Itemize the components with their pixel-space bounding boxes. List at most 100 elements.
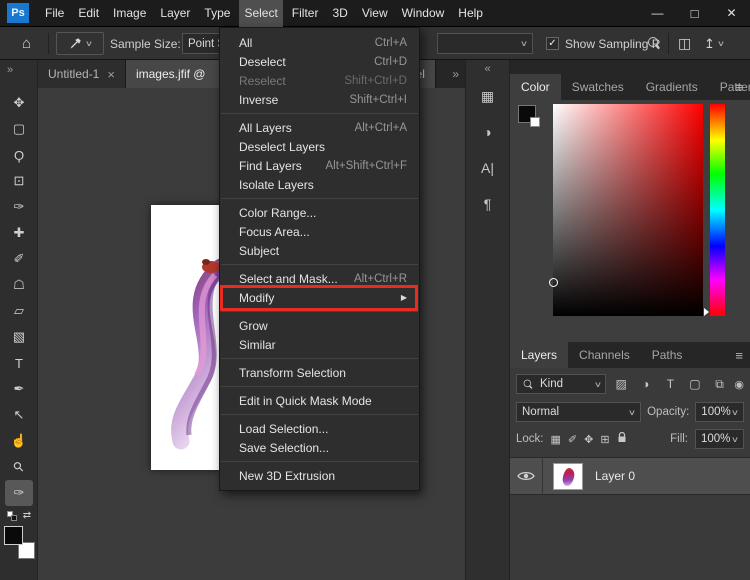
share-icon[interactable]: ↥: [704, 36, 715, 52]
lock-all-icon[interactable]: [617, 430, 627, 448]
brush-tool[interactable]: ✐: [0, 246, 38, 272]
menu-filter[interactable]: Filter: [287, 0, 324, 27]
minimize-button[interactable]: —: [639, 0, 676, 27]
tab-swatches[interactable]: Swatches: [561, 74, 635, 100]
blend-mode-dropdown[interactable]: Normal ∨: [516, 402, 641, 422]
menu-edit[interactable]: Edit: [73, 0, 104, 27]
menu-file[interactable]: File: [40, 0, 69, 27]
menu-help[interactable]: Help: [453, 0, 488, 27]
menu-item-isolate-layers[interactable]: Isolate Layers: [220, 175, 419, 194]
menu-item-find-layers[interactable]: Find LayersAlt+Shift+Ctrl+F: [220, 156, 419, 175]
menu-item-new-3d-extrusion[interactable]: New 3D Extrusion: [220, 466, 419, 485]
opacity-dropdown[interactable]: 100% ∨: [695, 402, 744, 422]
menu-item-all[interactable]: AllCtrl+A: [220, 33, 419, 52]
tab-channels[interactable]: Channels: [568, 342, 641, 368]
swap-colors-icon[interactable]: ⇄: [23, 510, 31, 521]
home-icon[interactable]: ⌂: [22, 27, 31, 60]
menu-item-edit-quick-mask[interactable]: Edit in Quick Mask Mode: [220, 391, 419, 410]
maximize-button[interactable]: □: [676, 0, 713, 27]
close-button[interactable]: ✕: [713, 0, 750, 27]
filter-type-layers-icon[interactable]: T: [661, 377, 681, 391]
type-tool[interactable]: T: [0, 350, 38, 376]
tab-patterns[interactable]: Patterns: [709, 74, 750, 100]
menu-view[interactable]: View: [357, 0, 393, 27]
layer-visibility-toggle[interactable]: [510, 457, 543, 495]
zoom-tool[interactable]: ⚲: [0, 454, 38, 480]
eraser-tool[interactable]: ▱: [0, 298, 38, 324]
tab-layers[interactable]: Layers: [510, 342, 568, 368]
menu-item-deselect[interactable]: DeselectCtrl+D: [220, 52, 419, 71]
menu-item-select-and-mask[interactable]: Select and Mask...Alt+Ctrl+R: [220, 269, 419, 288]
eyedropper-tool[interactable]: ✑: [0, 194, 38, 220]
menu-item-deselect-layers[interactable]: Deselect Layers: [220, 137, 419, 156]
tab-untitled-1[interactable]: Untitled-1 ×: [38, 60, 126, 88]
filter-adjustment-layers-icon[interactable]: ◑: [636, 377, 656, 391]
color-picker-cursor[interactable]: [549, 278, 558, 287]
toolbar-collapse-icon[interactable]: »: [0, 60, 37, 80]
default-colors-icon[interactable]: [7, 511, 17, 521]
show-sampling-ring-checkbox[interactable]: ✓: [546, 37, 559, 50]
lock-artboard-icon[interactable]: ⊞: [600, 433, 609, 446]
menu-image[interactable]: Image: [108, 0, 151, 27]
menu-item-grow[interactable]: Grow: [220, 316, 419, 335]
layer-row[interactable]: Layer 0: [510, 457, 750, 495]
menu-select[interactable]: Select: [239, 0, 282, 27]
character-panel-icon[interactable]: A|: [466, 150, 509, 186]
menu-item-save-selection[interactable]: Save Selection...: [220, 438, 419, 457]
healing-brush-tool[interactable]: ✚: [0, 220, 38, 246]
clone-stamp-tool[interactable]: ☖: [0, 272, 38, 298]
workspace-icon[interactable]: ◫: [678, 27, 691, 60]
adjustments-panel-icon[interactable]: ◑: [466, 114, 509, 150]
tab-close-icon[interactable]: ×: [107, 67, 115, 82]
tab-overflow-chevron-icon[interactable]: »: [452, 60, 459, 88]
gradient-tool[interactable]: ▧: [0, 324, 38, 350]
menu-item-all-layers[interactable]: All LayersAlt+Ctrl+A: [220, 118, 419, 137]
panel-background-swatch[interactable]: [530, 117, 540, 127]
menu-window[interactable]: Window: [397, 0, 450, 27]
path-selection-tool[interactable]: ↖: [0, 402, 38, 428]
tab-color[interactable]: Color: [510, 74, 561, 100]
panel-menu-icon[interactable]: ≡: [735, 348, 743, 363]
fill-dropdown[interactable]: 100% ∨: [695, 429, 744, 449]
libraries-panel-icon[interactable]: ▦: [466, 78, 509, 114]
lasso-tool[interactable]: Ϙ: [0, 142, 38, 168]
menu-item-load-selection[interactable]: Load Selection...: [220, 419, 419, 438]
layer-thumbnail[interactable]: [553, 463, 583, 490]
menu-item-color-range[interactable]: Color Range...: [220, 203, 419, 222]
expand-panels-icon[interactable]: «: [466, 60, 509, 78]
tab-paths[interactable]: Paths: [641, 342, 694, 368]
menu-3d[interactable]: 3D: [327, 0, 352, 27]
saturation-brightness-field[interactable]: [553, 104, 703, 316]
paragraph-panel-icon[interactable]: ¶: [466, 186, 509, 222]
filter-pixel-layers-icon[interactable]: ▨: [611, 377, 631, 391]
menu-item-modify[interactable]: Modify ▶: [220, 288, 419, 307]
filter-smart-objects-icon[interactable]: ⧉: [710, 377, 730, 392]
tab-gradients[interactable]: Gradients: [635, 74, 709, 100]
search-icon[interactable]: [648, 37, 661, 50]
lock-position-icon[interactable]: ✥: [584, 433, 593, 446]
object-selection-tool[interactable]: ⊡: [0, 168, 38, 194]
menu-type[interactable]: Type: [199, 0, 235, 27]
pen-tool[interactable]: ✒: [0, 376, 38, 402]
selected-eyedropper-tool[interactable]: ✑: [5, 480, 33, 506]
foreground-color-swatch[interactable]: [4, 526, 23, 545]
hand-tool[interactable]: ☝: [0, 428, 38, 454]
hue-slider-marker[interactable]: [704, 308, 709, 316]
tool-preset-button[interactable]: ∨: [56, 32, 104, 55]
menu-item-similar[interactable]: Similar: [220, 335, 419, 354]
panel-menu-icon[interactable]: ≡: [735, 80, 743, 95]
lock-image-icon[interactable]: ✐: [568, 433, 577, 446]
menu-item-subject[interactable]: Subject: [220, 241, 419, 260]
menu-layer[interactable]: Layer: [155, 0, 195, 27]
filter-shape-layers-icon[interactable]: ▢: [685, 377, 705, 391]
hue-strip[interactable]: [710, 104, 725, 316]
sample-layers-dropdown[interactable]: ∨: [437, 33, 533, 54]
menu-item-focus-area[interactable]: Focus Area...: [220, 222, 419, 241]
chevron-down-icon[interactable]: ∨: [717, 39, 725, 48]
layer-filter-dropdown[interactable]: Kind ∨: [516, 374, 606, 394]
move-tool[interactable]: ✥: [0, 90, 38, 116]
menu-item-transform-selection[interactable]: Transform Selection: [220, 363, 419, 382]
menu-item-inverse[interactable]: InverseShift+Ctrl+I: [220, 90, 419, 109]
rectangular-marquee-tool[interactable]: ▢: [0, 116, 38, 142]
filter-switch-icon[interactable]: ◉: [734, 378, 744, 391]
